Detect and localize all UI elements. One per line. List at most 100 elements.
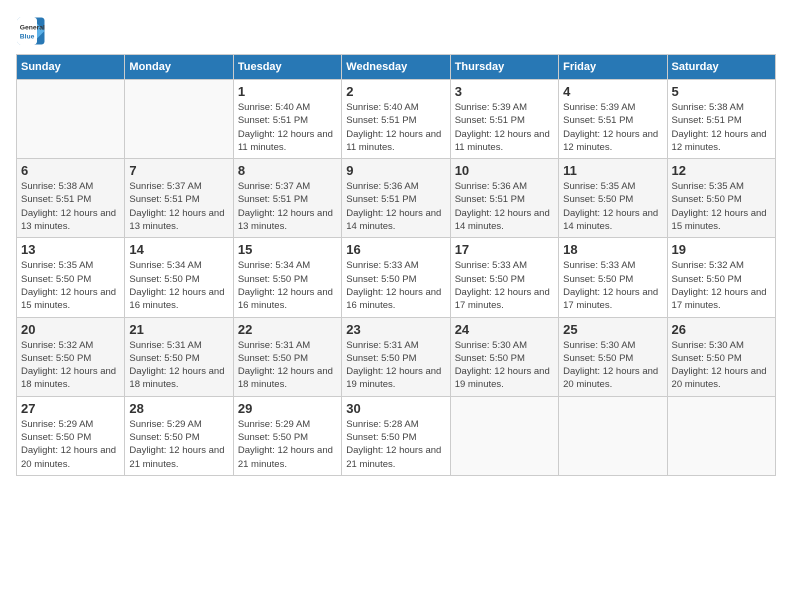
calendar-cell: 15 Sunrise: 5:34 AM Sunset: 5:50 PM Dayli… xyxy=(233,238,341,317)
day-info: Sunrise: 5:35 AM Sunset: 5:50 PM Dayligh… xyxy=(563,180,662,233)
day-info: Sunrise: 5:31 AM Sunset: 5:50 PM Dayligh… xyxy=(346,339,445,392)
day-number: 28 xyxy=(129,401,228,416)
calendar-cell: 25 Sunrise: 5:30 AM Sunset: 5:50 PM Dayli… xyxy=(559,317,667,396)
calendar-cell: 11 Sunrise: 5:35 AM Sunset: 5:50 PM Dayli… xyxy=(559,159,667,238)
calendar-cell: 30Sunrise: 5:28 AM Sunset: 5:50 PM Dayli… xyxy=(342,396,450,475)
calendar-cell: 14Sunrise: 5:34 AM Sunset: 5:50 PM Dayli… xyxy=(125,238,233,317)
day-info: Sunrise: 5:40 AM Sunset: 5:51 PM Dayligh… xyxy=(346,101,445,154)
day-number: 10 xyxy=(455,163,554,178)
day-info: Sunrise: 5:38 AM Sunset: 5:51 PM Dayligh… xyxy=(672,101,771,154)
calendar-cell: 19 Sunrise: 5:32 AM Sunset: 5:50 PM Dayli… xyxy=(667,238,775,317)
calendar-cell: 27 Sunrise: 5:29 AM Sunset: 5:50 PM Dayli… xyxy=(17,396,125,475)
day-number: 4 xyxy=(563,84,662,99)
day-number: 19 xyxy=(672,242,771,257)
day-header-tuesday: Tuesday xyxy=(233,55,341,80)
calendar-cell: 7Sunrise: 5:37 AM Sunset: 5:51 PM Daylig… xyxy=(125,159,233,238)
calendar-cell: 22Sunrise: 5:31 AM Sunset: 5:50 PM Dayli… xyxy=(233,317,341,396)
week-row-3: 13 Sunrise: 5:35 AM Sunset: 5:50 PM Dayli… xyxy=(17,238,776,317)
day-number: 13 xyxy=(21,242,120,257)
day-info: Sunrise: 5:36 AM Sunset: 5:51 PM Dayligh… xyxy=(346,180,445,233)
day-info: Sunrise: 5:28 AM Sunset: 5:50 PM Dayligh… xyxy=(346,418,445,471)
calendar-cell: 23 Sunrise: 5:31 AM Sunset: 5:50 PM Dayli… xyxy=(342,317,450,396)
day-number: 6 xyxy=(21,163,120,178)
day-number: 27 xyxy=(21,401,120,416)
day-header-sunday: Sunday xyxy=(17,55,125,80)
calendar-cell: 20 Sunrise: 5:32 AM Sunset: 5:50 PM Dayli… xyxy=(17,317,125,396)
calendar-cell: 28 Sunrise: 5:29 AM Sunset: 5:50 PM Dayli… xyxy=(125,396,233,475)
day-number: 5 xyxy=(672,84,771,99)
calendar-cell: 10 Sunrise: 5:36 AM Sunset: 5:51 PM Dayli… xyxy=(450,159,558,238)
calendar-cell: 6 Sunrise: 5:38 AM Sunset: 5:51 PM Daylig… xyxy=(17,159,125,238)
calendar-cell: 2 Sunrise: 5:40 AM Sunset: 5:51 PM Daylig… xyxy=(342,80,450,159)
week-row-2: 6 Sunrise: 5:38 AM Sunset: 5:51 PM Daylig… xyxy=(17,159,776,238)
svg-text:Blue: Blue xyxy=(20,34,35,41)
day-number: 26 xyxy=(672,322,771,337)
calendar-cell: 1Sunrise: 5:40 AM Sunset: 5:51 PM Daylig… xyxy=(233,80,341,159)
day-number: 20 xyxy=(21,322,120,337)
header: General Blue xyxy=(16,16,776,46)
calendar-cell xyxy=(17,80,125,159)
day-header-wednesday: Wednesday xyxy=(342,55,450,80)
day-number: 16 xyxy=(346,242,445,257)
day-info: Sunrise: 5:33 AM Sunset: 5:50 PM Dayligh… xyxy=(455,259,554,312)
calendar-cell: 18 Sunrise: 5:33 AM Sunset: 5:50 PM Dayli… xyxy=(559,238,667,317)
calendar-cell: 9 Sunrise: 5:36 AM Sunset: 5:51 PM Daylig… xyxy=(342,159,450,238)
day-number: 17 xyxy=(455,242,554,257)
day-header-thursday: Thursday xyxy=(450,55,558,80)
calendar-cell: 16 Sunrise: 5:33 AM Sunset: 5:50 PM Dayli… xyxy=(342,238,450,317)
day-number: 7 xyxy=(129,163,228,178)
day-number: 2 xyxy=(346,84,445,99)
day-info: Sunrise: 5:39 AM Sunset: 5:51 PM Dayligh… xyxy=(563,101,662,154)
day-info: Sunrise: 5:29 AM Sunset: 5:50 PM Dayligh… xyxy=(129,418,228,471)
day-info: Sunrise: 5:30 AM Sunset: 5:50 PM Dayligh… xyxy=(563,339,662,392)
calendar-cell: 21 Sunrise: 5:31 AM Sunset: 5:50 PM Dayli… xyxy=(125,317,233,396)
week-row-1: 1Sunrise: 5:40 AM Sunset: 5:51 PM Daylig… xyxy=(17,80,776,159)
day-info: Sunrise: 5:34 AM Sunset: 5:50 PM Dayligh… xyxy=(238,259,337,312)
calendar-cell xyxy=(559,396,667,475)
day-info: Sunrise: 5:35 AM Sunset: 5:50 PM Dayligh… xyxy=(672,180,771,233)
calendar-cell: 13 Sunrise: 5:35 AM Sunset: 5:50 PM Dayli… xyxy=(17,238,125,317)
day-info: Sunrise: 5:37 AM Sunset: 5:51 PM Dayligh… xyxy=(238,180,337,233)
day-number: 9 xyxy=(346,163,445,178)
day-info: Sunrise: 5:29 AM Sunset: 5:50 PM Dayligh… xyxy=(238,418,337,471)
day-header-monday: Monday xyxy=(125,55,233,80)
day-number: 18 xyxy=(563,242,662,257)
day-number: 12 xyxy=(672,163,771,178)
day-info: Sunrise: 5:33 AM Sunset: 5:50 PM Dayligh… xyxy=(563,259,662,312)
day-info: Sunrise: 5:40 AM Sunset: 5:51 PM Dayligh… xyxy=(238,101,337,154)
day-number: 24 xyxy=(455,322,554,337)
calendar-cell: 29Sunrise: 5:29 AM Sunset: 5:50 PM Dayli… xyxy=(233,396,341,475)
day-info: Sunrise: 5:35 AM Sunset: 5:50 PM Dayligh… xyxy=(21,259,120,312)
calendar-cell: 24 Sunrise: 5:30 AM Sunset: 5:50 PM Dayli… xyxy=(450,317,558,396)
day-number: 3 xyxy=(455,84,554,99)
day-number: 8 xyxy=(238,163,337,178)
calendar-cell: 4 Sunrise: 5:39 AM Sunset: 5:51 PM Daylig… xyxy=(559,80,667,159)
logo: General Blue xyxy=(16,16,46,46)
day-info: Sunrise: 5:30 AM Sunset: 5:50 PM Dayligh… xyxy=(672,339,771,392)
day-number: 21 xyxy=(129,322,228,337)
calendar-cell xyxy=(450,396,558,475)
day-info: Sunrise: 5:30 AM Sunset: 5:50 PM Dayligh… xyxy=(455,339,554,392)
day-info: Sunrise: 5:32 AM Sunset: 5:50 PM Dayligh… xyxy=(672,259,771,312)
day-number: 15 xyxy=(238,242,337,257)
calendar-cell xyxy=(125,80,233,159)
day-info: Sunrise: 5:32 AM Sunset: 5:50 PM Dayligh… xyxy=(21,339,120,392)
calendar-cell: 12 Sunrise: 5:35 AM Sunset: 5:50 PM Dayli… xyxy=(667,159,775,238)
week-row-5: 27 Sunrise: 5:29 AM Sunset: 5:50 PM Dayli… xyxy=(17,396,776,475)
week-row-4: 20 Sunrise: 5:32 AM Sunset: 5:50 PM Dayli… xyxy=(17,317,776,396)
logo-icon: General Blue xyxy=(16,16,46,46)
day-info: Sunrise: 5:34 AM Sunset: 5:50 PM Dayligh… xyxy=(129,259,228,312)
calendar-table: SundayMondayTuesdayWednesdayThursdayFrid… xyxy=(16,54,776,476)
day-number: 23 xyxy=(346,322,445,337)
day-number: 11 xyxy=(563,163,662,178)
svg-text:General: General xyxy=(20,25,45,32)
calendar-cell: 3 Sunrise: 5:39 AM Sunset: 5:51 PM Daylig… xyxy=(450,80,558,159)
calendar-cell: 5 Sunrise: 5:38 AM Sunset: 5:51 PM Daylig… xyxy=(667,80,775,159)
day-info: Sunrise: 5:33 AM Sunset: 5:50 PM Dayligh… xyxy=(346,259,445,312)
day-info: Sunrise: 5:39 AM Sunset: 5:51 PM Dayligh… xyxy=(455,101,554,154)
day-info: Sunrise: 5:36 AM Sunset: 5:51 PM Dayligh… xyxy=(455,180,554,233)
day-info: Sunrise: 5:29 AM Sunset: 5:50 PM Dayligh… xyxy=(21,418,120,471)
day-number: 25 xyxy=(563,322,662,337)
day-info: Sunrise: 5:38 AM Sunset: 5:51 PM Dayligh… xyxy=(21,180,120,233)
day-info: Sunrise: 5:31 AM Sunset: 5:50 PM Dayligh… xyxy=(129,339,228,392)
